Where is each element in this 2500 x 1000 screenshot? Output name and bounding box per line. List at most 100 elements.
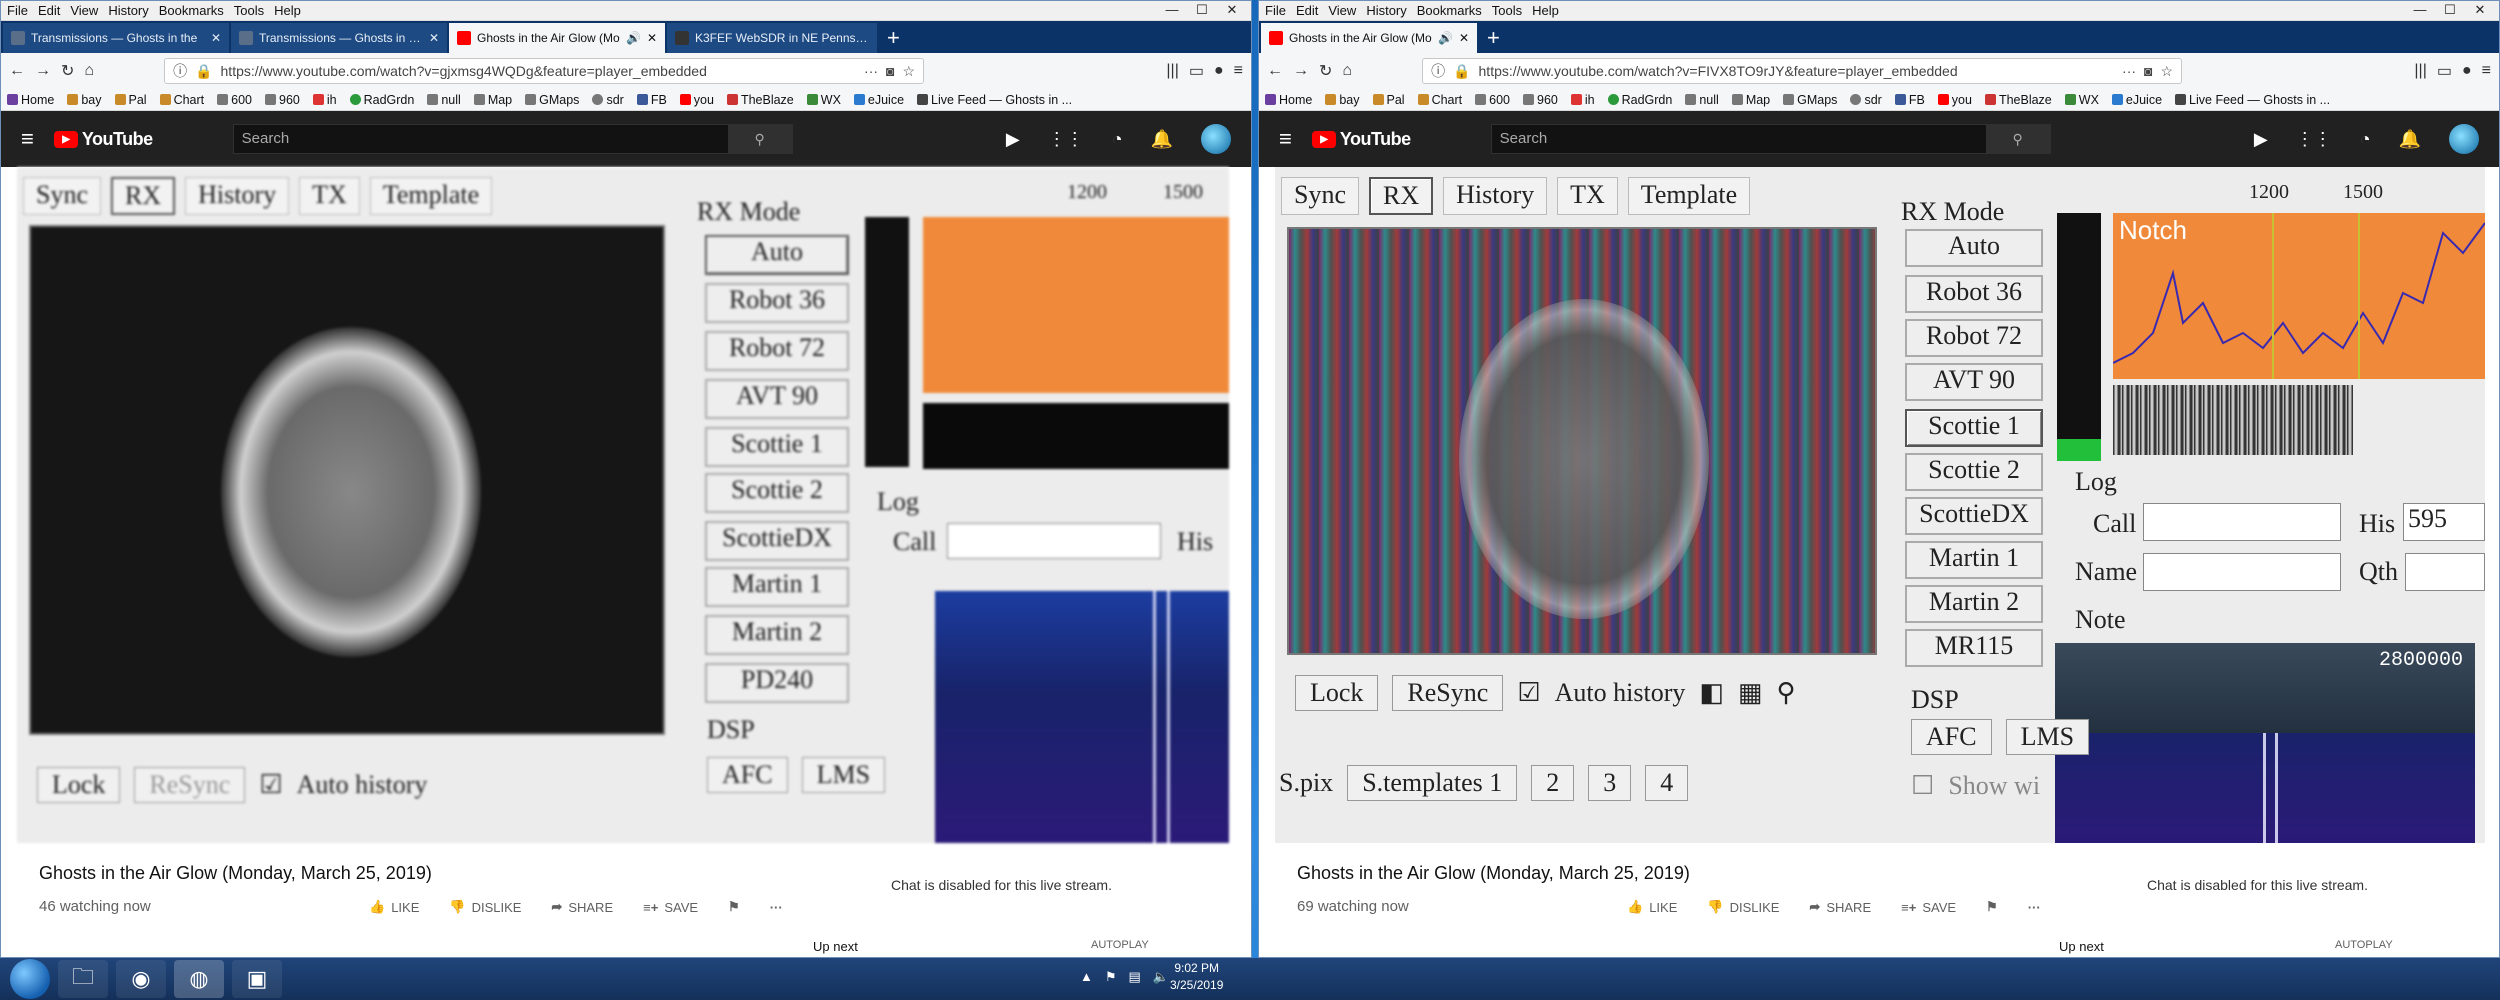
chrome-icon[interactable]: ◉	[116, 960, 166, 998]
reload-icon[interactable]: ↻	[1319, 61, 1332, 81]
bookmark-null[interactable]: null	[427, 93, 461, 107]
bookmark-960[interactable]: 960	[265, 93, 300, 107]
url-bar[interactable]: ⓘ 🔒 https://www.youtube.com/watch?v=gjxm…	[164, 58, 925, 84]
new-tab-button[interactable]: +	[1479, 23, 1508, 53]
info-icon[interactable]: ⓘ	[173, 61, 187, 81]
bookmark-map[interactable]: Map	[1731, 93, 1770, 107]
menu-history[interactable]: History	[108, 3, 148, 18]
clock[interactable]: 9:02 PM 3/25/2019	[1170, 960, 1223, 994]
bookmark-map[interactable]: Map	[473, 93, 512, 107]
sidebar-icon[interactable]: ▭	[1189, 61, 1204, 81]
bookmark-home[interactable]: Home	[7, 93, 54, 107]
home-icon[interactable]: ⌂	[84, 62, 94, 80]
menu-history[interactable]: History	[1366, 3, 1406, 18]
bookmark-chart[interactable]: Chart	[1417, 93, 1462, 107]
url-text[interactable]: https://www.youtube.com/watch?v=FIVX8TO9…	[1479, 63, 2115, 79]
firefox-icon[interactable]: ◍	[174, 960, 224, 998]
bookmark-radgrdn[interactable]: RadGrdn	[349, 93, 414, 107]
bookmark-you[interactable]: you	[1937, 93, 1972, 107]
bookmark-theblaze[interactable]: TheBlaze	[726, 93, 794, 107]
volume-icon[interactable]: 🔈	[1153, 969, 1169, 985]
library-icon[interactable]: |||	[1166, 62, 1178, 80]
extension-icon[interactable]: ●	[1214, 62, 1224, 80]
search-box[interactable]: Search ⚲	[232, 124, 793, 154]
close-icon[interactable]: ✕	[2465, 1, 2495, 19]
menu-help[interactable]: Help	[1532, 3, 1559, 18]
library-icon[interactable]: |||	[2414, 62, 2426, 80]
bookmark-960[interactable]: 960	[1523, 93, 1558, 107]
apps-icon[interactable]: ⋮⋮	[1048, 129, 1084, 150]
bookmark-null[interactable]: null	[1685, 93, 1719, 107]
save-button[interactable]: ≡+ SAVE	[643, 899, 698, 915]
notifications-icon[interactable]: 🔔	[1151, 129, 1173, 150]
avatar[interactable]	[1201, 124, 1231, 154]
bookmark-chart[interactable]: Chart	[159, 93, 204, 107]
bookmark-sdr[interactable]: sdr	[1850, 93, 1882, 107]
youtube-logo[interactable]: ▶ YouTube	[53, 129, 153, 150]
home-icon[interactable]: ⌂	[1342, 62, 1352, 80]
bookmark-ih[interactable]: ih	[312, 93, 337, 107]
avatar[interactable]	[2449, 124, 2479, 154]
bookmark-pal[interactable]: Pal	[1372, 93, 1405, 107]
bookmark-home[interactable]: Home	[1265, 93, 1312, 107]
bookmark-gmaps[interactable]: GMaps	[1783, 93, 1837, 107]
speaker-icon[interactable]: 🔊	[1438, 31, 1453, 45]
speaker-icon[interactable]: 🔊	[626, 31, 641, 45]
more-actions-button[interactable]: ···	[770, 899, 783, 915]
menu-edit[interactable]: Edit	[1296, 3, 1318, 18]
forward-icon[interactable]: →	[1293, 62, 1309, 80]
save-button[interactable]: ≡+ SAVE	[1901, 899, 1956, 915]
close-tab-icon[interactable]: ✕	[211, 31, 221, 45]
guide-menu-icon[interactable]: ≡	[1279, 126, 1292, 152]
menu-view[interactable]: View	[70, 3, 98, 18]
bookmark-bay[interactable]: bay	[67, 93, 102, 107]
bookmark-ih[interactable]: ih	[1570, 93, 1595, 107]
bookmark-sdr[interactable]: sdr	[592, 93, 624, 107]
messages-icon[interactable]: ◔	[1112, 129, 1123, 150]
new-tab-button[interactable]: +	[879, 23, 908, 53]
search-box[interactable]: Search ⚲	[1490, 124, 2051, 154]
bookmark-pal[interactable]: Pal	[114, 93, 147, 107]
bookmark-fb[interactable]: FB	[1894, 93, 1925, 107]
menu-bookmarks[interactable]: Bookmarks	[1417, 3, 1482, 18]
share-button[interactable]: ➦ SHARE	[1809, 899, 1871, 915]
bookmark-fb[interactable]: FB	[636, 93, 667, 107]
bookmark-ejuice[interactable]: eJuice	[2111, 93, 2162, 107]
youtube-logo[interactable]: ▶ YouTube	[1311, 129, 1411, 150]
menu-view[interactable]: View	[1328, 3, 1356, 18]
network-icon[interactable]: ▤	[1129, 969, 1141, 985]
minimize-icon[interactable]: —	[2405, 1, 2435, 19]
bookmark-ejuice[interactable]: eJuice	[853, 93, 904, 107]
bookmark-gmaps[interactable]: GMaps	[525, 93, 579, 107]
hamburger-menu-icon[interactable]: ≡	[1234, 62, 1243, 80]
maximize-icon[interactable]: ☐	[1187, 1, 1217, 19]
messages-icon[interactable]: ◔	[2360, 129, 2371, 150]
dislike-button[interactable]: 👎 DISLIKE	[449, 899, 521, 915]
star-icon[interactable]: ☆	[2161, 63, 2174, 80]
more-actions-button[interactable]: ···	[2028, 899, 2041, 915]
menu-bookmarks[interactable]: Bookmarks	[159, 3, 224, 18]
dislike-button[interactable]: 👎 DISLIKE	[1707, 899, 1779, 915]
create-video-icon[interactable]: ▶	[1006, 129, 1020, 150]
url-text[interactable]: https://www.youtube.com/watch?v=gjxmsg4W…	[221, 63, 857, 79]
menu-file[interactable]: File	[1265, 3, 1286, 18]
close-tab-icon[interactable]: ✕	[429, 31, 439, 45]
capture-app-icon[interactable]: ▣	[232, 960, 282, 998]
apps-icon[interactable]: ⋮⋮	[2296, 129, 2332, 150]
tab-transmissions-1[interactable]: Transmissions — Ghosts in the ✕	[3, 23, 229, 53]
bookmark-bay[interactable]: bay	[1325, 93, 1360, 107]
search-input[interactable]: Search	[1492, 125, 1986, 153]
bookmark-600[interactable]: 600	[217, 93, 252, 107]
menu-help[interactable]: Help	[274, 3, 301, 18]
like-button[interactable]: 👍 LIKE	[1627, 899, 1677, 915]
menu-file[interactable]: File	[7, 3, 28, 18]
close-icon[interactable]: ✕	[1217, 1, 1247, 19]
bookmark-600[interactable]: 600	[1475, 93, 1510, 107]
bookmark-live-feed[interactable]: Live Feed — Ghosts in ...	[917, 93, 1072, 107]
forward-icon[interactable]: →	[35, 62, 51, 80]
notifications-icon[interactable]: 🔔	[2399, 129, 2421, 150]
pocket-icon[interactable]: ◙	[886, 63, 894, 79]
menu-tools[interactable]: Tools	[234, 3, 264, 18]
bookmark-wx[interactable]: WX	[806, 93, 841, 107]
reload-icon[interactable]: ↻	[61, 61, 74, 81]
